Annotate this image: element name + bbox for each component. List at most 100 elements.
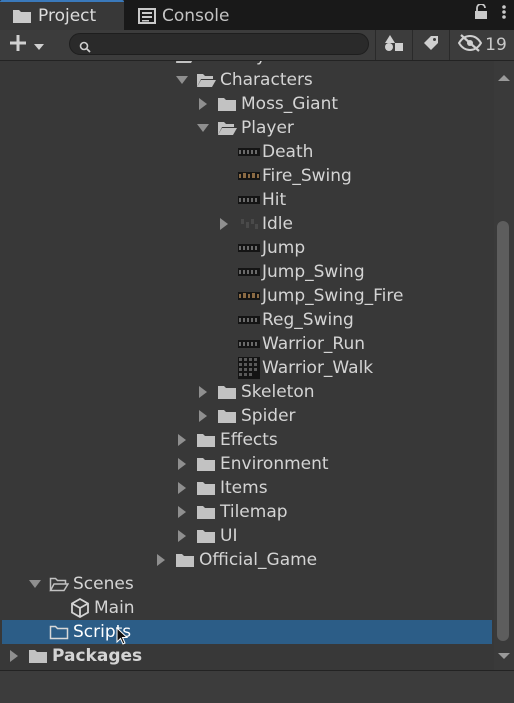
more-options-icon[interactable]: [502, 4, 506, 24]
lock-icon[interactable]: [474, 3, 488, 24]
collapse-arrow-icon[interactable]: [8, 650, 20, 662]
tree-item[interactable]: Jump: [0, 236, 494, 260]
eye-slash-icon: [458, 33, 483, 57]
tree-item-label: Main: [94, 598, 135, 618]
collapse-arrow-icon[interactable]: [197, 410, 209, 422]
tree-item-label: Hit: [262, 190, 287, 210]
folder-open-icon: [196, 71, 218, 89]
collapse-arrow-icon[interactable]: [176, 530, 188, 542]
tree-item[interactable]: Warrior_Walk: [0, 356, 494, 380]
tree-item[interactable]: Skeleton: [0, 380, 494, 404]
tree-item[interactable]: Hit: [0, 188, 494, 212]
tree-item[interactable]: Official_Game: [0, 548, 494, 572]
vertical-scrollbar[interactable]: [494, 61, 514, 670]
tree-item-label: Skeleton: [241, 382, 315, 402]
search-by-label-button[interactable]: [412, 30, 449, 60]
shapes-icon: [384, 34, 404, 56]
tree-item[interactable]: Spider: [0, 404, 494, 428]
sprite-sheet-icon: [238, 263, 260, 281]
tab-project[interactable]: Project: [0, 0, 124, 30]
tree-item[interactable]: Items: [0, 476, 494, 500]
expand-arrow-icon[interactable]: [176, 74, 188, 86]
hidden-packages-toggle[interactable]: 19: [449, 30, 514, 60]
collapse-arrow-icon[interactable]: [176, 482, 188, 494]
tree-item[interactable]: Fire_Swing: [0, 164, 494, 188]
tree-item[interactable]: Characters: [0, 68, 494, 92]
tree-item[interactable]: Tilemap: [0, 500, 494, 524]
tree-item[interactable]: Scripts: [2, 620, 492, 644]
search-by-type-button[interactable]: [375, 30, 412, 60]
tree-item[interactable]: Jump_Swing_Fire: [0, 284, 494, 308]
tree-item[interactable]: UI: [0, 524, 494, 548]
tree-item-label: Fire_Swing: [262, 166, 352, 186]
collapse-arrow-icon[interactable]: [176, 506, 188, 518]
project-toolbar: 19: [0, 30, 514, 61]
tree-item-label: Reg_Swing: [262, 310, 354, 330]
tree-item-label: Environment: [220, 454, 329, 474]
search-input[interactable]: [96, 35, 360, 55]
sprite-sheet-icon: [238, 357, 260, 379]
folder-icon: [175, 551, 197, 569]
tab-project-label: Project: [38, 6, 97, 26]
tree-item[interactable]: Effects: [0, 428, 494, 452]
sprite-sheet-icon: [238, 167, 260, 185]
status-footer: [0, 670, 514, 703]
tree-item-label: Characters: [220, 70, 313, 90]
tree-item-label: Idle: [262, 214, 293, 234]
scroll-up-icon[interactable]: [498, 67, 510, 86]
collapse-arrow-icon[interactable]: [155, 554, 167, 566]
folder-icon: [196, 431, 218, 449]
folder-icon: [12, 8, 32, 24]
collapse-arrow-icon[interactable]: [197, 98, 209, 110]
tree-item[interactable]: Player: [0, 116, 494, 140]
tab-bar: Project Console: [0, 0, 514, 30]
chevron-down-icon: [34, 36, 44, 55]
tree-item[interactable]: Idle: [0, 212, 494, 236]
tree-item[interactable]: Moss_Giant: [0, 92, 494, 116]
search-icon: [79, 38, 91, 57]
tree-item[interactable]: Scenes: [0, 572, 494, 596]
tree-item-label: Spider: [241, 406, 296, 426]
folder-icon: [217, 95, 239, 113]
expand-arrow-icon[interactable]: [197, 122, 209, 134]
collapse-arrow-icon[interactable]: [176, 458, 188, 470]
folder-icon: [217, 407, 239, 425]
scrollbar-thumb[interactable]: [497, 221, 509, 641]
collapse-arrow-icon[interactable]: [197, 386, 209, 398]
tree-item-label: Jump_Swing: [262, 262, 365, 282]
tree-item-label: Scenes: [73, 574, 134, 594]
expand-arrow-icon[interactable]: [155, 61, 167, 62]
plus-icon: [8, 33, 28, 57]
sprite-sheet-icon: [238, 191, 260, 209]
scroll-down-icon[interactable]: [498, 645, 510, 664]
tree-item[interactable]: Death: [0, 140, 494, 164]
tree-item[interactable]: Reg_Swing: [0, 308, 494, 332]
folder-icon: [196, 455, 218, 473]
tree-item[interactable]: Warrior_Run: [0, 332, 494, 356]
folder-icon: [28, 647, 50, 665]
tree-item-label: Warrior_Walk: [262, 358, 374, 378]
sprite-sheet-icon: [238, 335, 260, 353]
collapse-arrow-icon[interactable]: [176, 434, 188, 446]
tree-item[interactable]: Main: [0, 596, 494, 620]
folder-open-icon: [49, 575, 71, 593]
folder-icon: [217, 383, 239, 401]
tree-item[interactable]: Environment: [0, 452, 494, 476]
tab-console[interactable]: Console: [126, 2, 256, 30]
tree-item[interactable]: Packages: [0, 644, 494, 668]
tree-item-label: Death: [262, 142, 314, 162]
tree-item-label: Moss_Giant: [241, 94, 339, 114]
tree-item[interactable]: Jump_Swing: [0, 260, 494, 284]
tree-item[interactable]: Dummy: [0, 61, 494, 68]
tree-item-label: Warrior_Run: [262, 334, 366, 354]
tree-item-label: Items: [220, 478, 268, 498]
collapse-arrow-icon[interactable]: [218, 218, 230, 230]
expand-arrow-icon[interactable]: [29, 578, 41, 590]
hidden-packages-count: 19: [485, 35, 507, 55]
console-icon: [138, 8, 156, 24]
search-field[interactable]: [69, 33, 369, 55]
tab-console-label: Console: [162, 6, 230, 26]
create-asset-button[interactable]: [8, 35, 52, 55]
folder-icon: [49, 623, 71, 641]
sprite-sheet-icon: [238, 143, 260, 161]
